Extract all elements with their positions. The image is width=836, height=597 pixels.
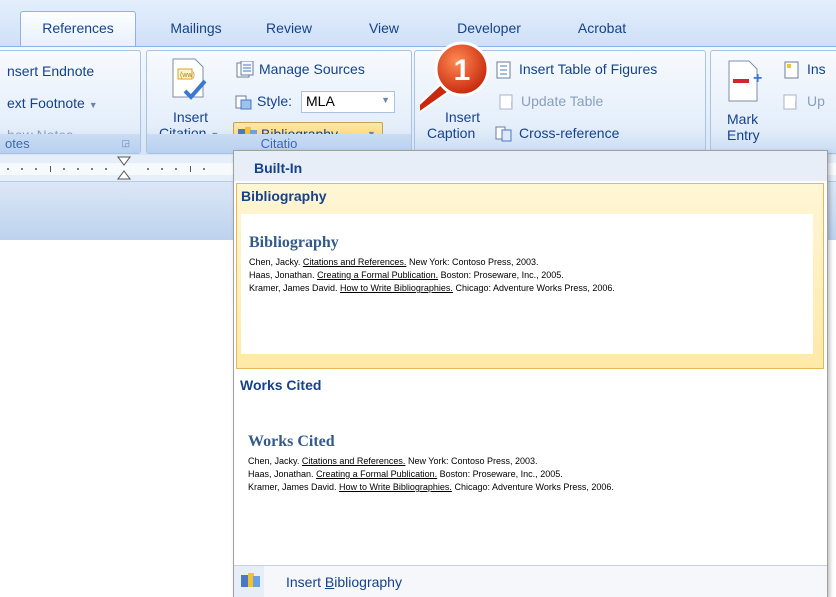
svg-text:!: ! [794,100,797,110]
mark-entry-button[interactable]: + Mark Entry [715,55,775,147]
style-icon [235,95,252,110]
insert-bibliography-command[interactable]: Insert Bibliography [234,565,827,597]
update-table-icon: ! [499,94,513,110]
citations-group: (ww) Insert Citation ▼ Manage Sources St… [146,50,412,154]
preview-entry: Haas, Jonathan. Creating a Formal Public… [249,270,564,280]
callout-number: 1 [454,54,471,87]
preview-title: Works Cited [248,433,335,450]
gallery-item-bibliography[interactable]: Bibliography Bibliography Chen, Jacky. C… [236,183,824,369]
ribbon: nsert Endnote ext Footnote ▼ how Notes o… [0,46,836,155]
preview-entry: Kramer, James David. How to Write Biblio… [248,482,614,492]
manage-sources-label: Manage Sources [259,61,365,77]
dropdown-arrow-icon: ▼ [88,100,98,110]
mark-entry-icon: + [728,60,762,102]
cross-reference-label: Cross-reference [519,125,620,141]
insert-caption-label-2: Caption [427,125,476,141]
update-index-label: Up [807,93,825,109]
insert-citation-button[interactable]: (ww) Insert Citation ▼ [151,55,229,141]
manage-sources-icon [236,61,254,78]
svg-text:(ww): (ww) [180,72,195,79]
gallery-item-works-cited[interactable]: Works Cited Works Cited Chen, Jacky. Cit… [236,373,822,553]
update-table-label: Update Table [521,93,604,109]
tab-mailings[interactable]: Mailings [156,12,236,46]
chevron-down-icon: ▼ [381,95,390,105]
cross-reference-icon [495,126,512,142]
insert-endnote-button[interactable]: nsert Endnote [7,63,94,79]
preview-entry: Haas, Jonathan. Creating a Formal Public… [248,469,563,479]
preview-entry: Kramer, James David. How to Write Biblio… [249,283,615,293]
gallery-item-title: Bibliography [241,188,327,204]
ribbon-tab-strip: References Mailings Review View Develope… [0,0,836,47]
tab-references[interactable]: References [20,11,136,47]
index-group: + Mark Entry Ins ! Up [710,50,836,154]
tab-view[interactable]: View [360,12,408,46]
style-label: Style: [257,93,293,109]
preview-entry: Chen, Jacky. Citations and References. N… [248,456,538,466]
svg-text:+: + [753,70,762,87]
dialog-launcher-icon[interactable]: ◲ [121,134,130,153]
insert-index-label: Ins [807,61,826,77]
footnotes-group-label: otes ◲ [0,134,140,153]
insert-bibliography-label: Insert Bibliography [286,574,402,590]
preview-title: Bibliography [249,234,339,251]
built-in-header: Built-In [234,151,827,181]
svg-text:!: ! [510,100,513,110]
style-selector[interactable]: Style: MLA ▼ [235,91,401,113]
insert-citation-label-1: Insert [173,109,209,125]
preview-entry: Chen, Jacky. Citations and References. N… [249,257,539,267]
insert-table-of-figures-label: Insert Table of Figures [519,61,658,77]
tab-acrobat[interactable]: Acrobat [566,12,638,46]
step-callout: 1 [420,41,490,114]
next-footnote-label: ext Footnote [7,95,85,111]
next-footnote-button[interactable]: ext Footnote ▼ [7,95,98,111]
bibliography-preview: Bibliography Chen, Jacky. Citations and … [241,214,813,354]
tab-review[interactable]: Review [258,12,320,46]
mark-entry-label-1: Mark [727,111,759,127]
insert-index-icon [784,61,799,79]
mark-entry-label-2: Entry [727,127,760,143]
gallery-item-title: Works Cited [240,377,322,393]
style-value: MLA [306,93,335,109]
bibliography-gallery: Built-In Bibliography Bibliography Chen,… [233,150,828,597]
footnotes-group: nsert Endnote ext Footnote ▼ how Notes o… [0,50,141,154]
insert-citation-icon: (ww) [172,58,207,100]
works-cited-preview: Works Cited Chen, Jacky. Citations and R… [240,403,812,543]
bibliography-icon [241,573,260,587]
style-dropdown[interactable]: MLA ▼ [301,91,395,113]
update-index-icon: ! [783,94,797,110]
